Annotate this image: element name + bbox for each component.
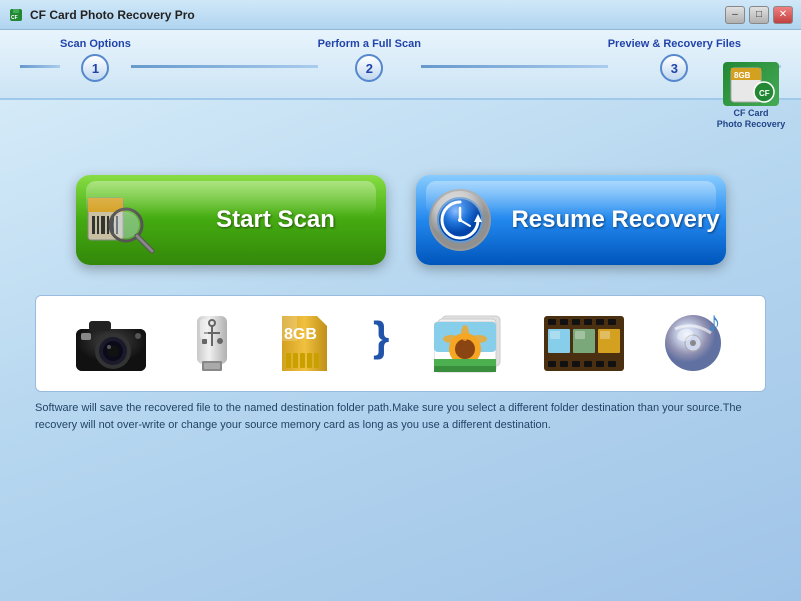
app-icon: CF (8, 7, 24, 23)
app-title: CF Card Photo Recovery Pro (30, 8, 195, 22)
svg-text:CF: CF (759, 89, 770, 98)
step-3-circle: 3 (660, 54, 688, 82)
resume-recovery-label: Resume Recovery (506, 206, 726, 234)
svg-text:}: } (373, 313, 389, 360)
maximize-button[interactable]: □ (749, 6, 769, 24)
usb-drive-icon (182, 311, 242, 376)
logo-text: CF CardPhoto Recovery (717, 108, 786, 130)
arrow-icon: } (368, 311, 403, 376)
buttons-row: Start Scan (25, 175, 776, 265)
step-3: Preview & Recovery Files 3 (608, 38, 741, 82)
window-controls: – □ ✕ (725, 6, 793, 24)
sd-card-icon: 8GB (272, 311, 337, 376)
music-icon: ♪ (655, 311, 730, 376)
step-3-label: Preview & Recovery Files (608, 38, 741, 50)
camera-icon (71, 311, 151, 376)
title-bar: CF CF Card Photo Recovery Pro – □ ✕ (0, 0, 801, 30)
close-button[interactable]: ✕ (773, 6, 793, 24)
step-2-label: Perform a Full Scan (318, 38, 421, 50)
photos-icon (434, 311, 514, 376)
resume-recovery-button[interactable]: Resume Recovery (416, 175, 726, 265)
step-2: Perform a Full Scan 2 (318, 38, 421, 82)
step-2-circle: 2 (355, 54, 383, 82)
step-1: Scan Options 1 (60, 38, 131, 82)
film-strip-icon (544, 311, 624, 376)
start-scan-button[interactable]: Start Scan (76, 175, 386, 265)
step-1-circle: 1 (81, 54, 109, 82)
step-1-label: Scan Options (60, 38, 131, 50)
footer-text: Software will save the recovered file to… (35, 400, 766, 433)
minimize-button[interactable]: – (725, 6, 745, 24)
start-scan-label: Start Scan (166, 206, 386, 234)
svg-text:CF: CF (11, 15, 18, 21)
devices-panel: 8GB } (35, 295, 766, 392)
